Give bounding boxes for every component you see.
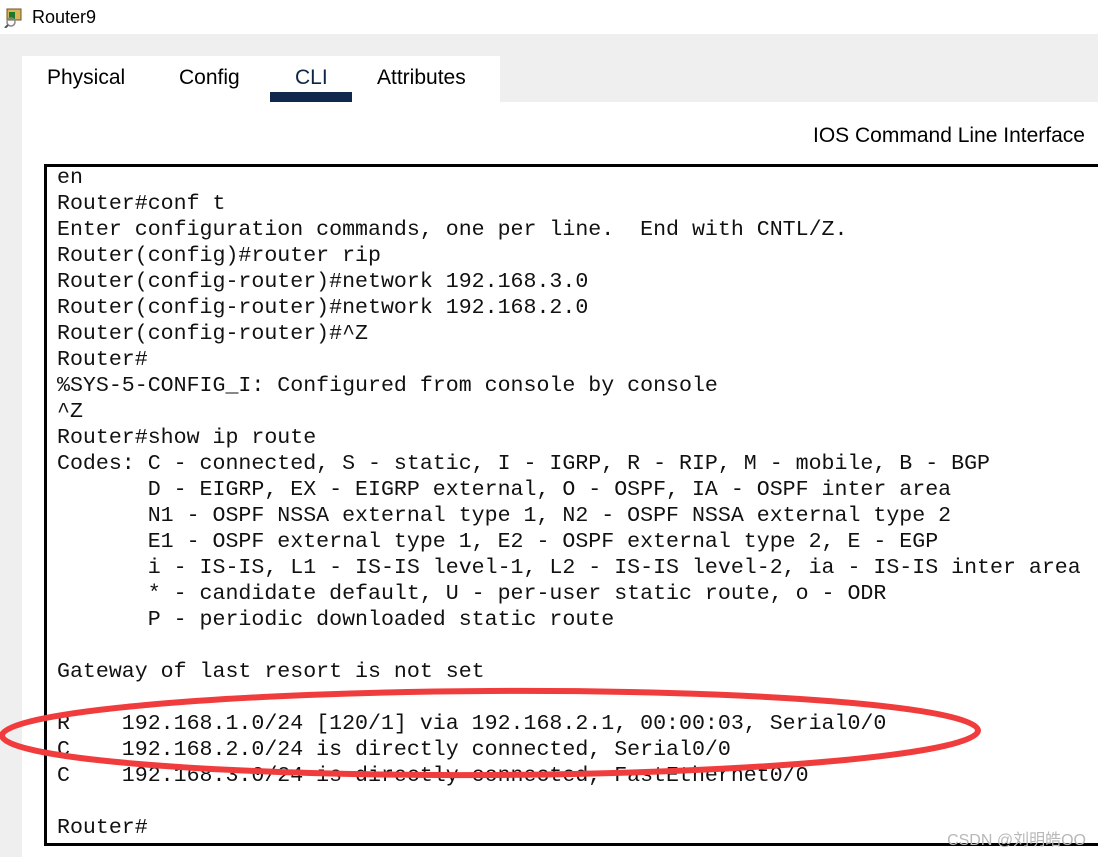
router-icon [4, 8, 22, 28]
tab-physical[interactable]: Physical [47, 66, 125, 90]
tab-cli[interactable]: CLI [295, 66, 328, 90]
terminal-line: Router(config-router)#^Z [57, 322, 369, 346]
active-tab-indicator [270, 92, 352, 102]
terminal-line: Enter configuration commands, one per li… [57, 218, 848, 242]
terminal-line: ^Z [57, 400, 83, 424]
terminal-line: Router(config-router)#network 192.168.3.… [57, 270, 589, 294]
terminal-line: E1 - OSPF external type 1, E2 - OSPF ext… [57, 530, 939, 554]
terminal-line: D - EIGRP, EX - EIGRP external, O - OSPF… [57, 478, 952, 502]
terminal-line: C 192.168.3.0/24 is directly connected, … [57, 764, 809, 788]
terminal-line: Codes: C - connected, S - static, I - IG… [57, 452, 991, 476]
terminal-line: i - IS-IS, L1 - IS-IS level-1, L2 - IS-I… [57, 556, 1081, 580]
terminal-line: Router# [57, 816, 148, 840]
window-title: Router9 [32, 7, 97, 27]
title-bar: Router9 [0, 0, 1098, 34]
terminal-line: Router#show ip route [57, 426, 317, 450]
tab-attributes[interactable]: Attributes [377, 66, 466, 90]
terminal-line: %SYS-5-CONFIG_I: Configured from console… [57, 374, 718, 398]
terminal-line: * - candidate default, U - per-user stat… [57, 582, 887, 606]
cli-terminal[interactable]: en Router#conf t Enter configuration comma… [44, 164, 1098, 846]
terminal-line: R 192.168.1.0/24 [120/1] via 192.168.2.1… [57, 712, 887, 736]
terminal-line: Gateway of last resort is not set [57, 660, 485, 684]
terminal-line: P - periodic downloaded static route [57, 608, 615, 632]
terminal-line: Router(config)#router rip [57, 244, 381, 268]
terminal-line: Router# [57, 348, 148, 372]
terminal-line: N1 - OSPF NSSA external type 1, N2 - OSP… [57, 504, 952, 528]
terminal-line: Router#conf t [57, 192, 226, 216]
terminal-line: Router(config-router)#network 192.168.2.… [57, 296, 589, 320]
cli-header: IOS Command Line Interface [813, 124, 1085, 147]
tab-config[interactable]: Config [179, 66, 240, 90]
terminal-output: en Router#conf t Enter configuration comma… [57, 166, 1081, 841]
watermark: CSDN @刘明皓OO [947, 832, 1086, 849]
tabstrip-background [500, 56, 1098, 102]
terminal-line: C 192.168.2.0/24 is directly connected, … [57, 738, 731, 762]
terminal-line: en [57, 166, 83, 190]
